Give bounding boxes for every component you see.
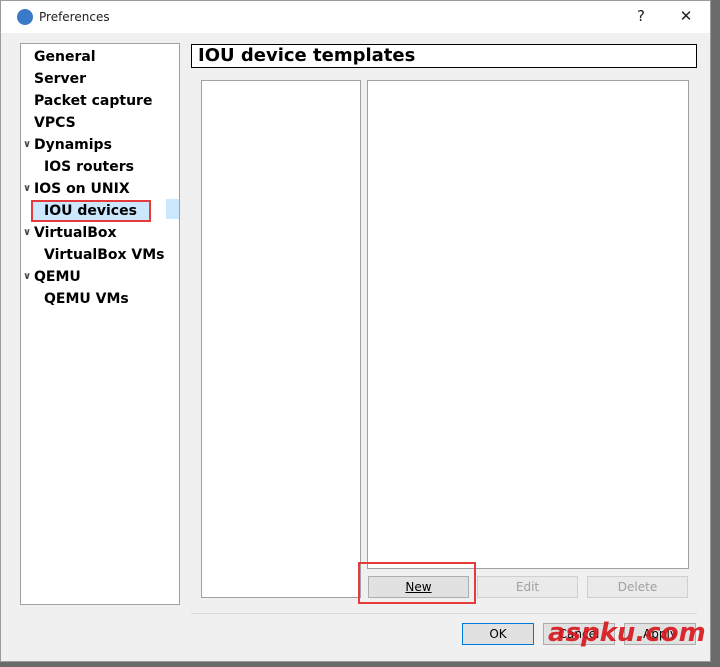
chevron-down-icon[interactable]: ∨: [23, 178, 31, 200]
chevron-down-icon[interactable]: ∨: [23, 266, 31, 288]
watermark-logo: aspku.com: [548, 618, 706, 648]
window-title: Preferences: [39, 10, 110, 24]
chevron-down-icon[interactable]: ∨: [23, 134, 31, 156]
tree-item[interactable]: IOU devices: [31, 200, 151, 222]
close-button[interactable]: ✕: [666, 3, 706, 29]
selection-highlight: [166, 199, 179, 219]
tree-item[interactable]: ∨ Dynamips: [21, 134, 179, 156]
template-details: [367, 80, 689, 569]
tree-item-label: IOU devices: [44, 203, 137, 219]
templates-list[interactable]: [201, 80, 361, 598]
tree-item-label: QEMU: [34, 269, 81, 285]
tree-item[interactable]: IOS routers: [21, 156, 179, 178]
edit-button[interactable]: Edit: [477, 576, 578, 598]
delete-button[interactable]: Delete: [587, 576, 688, 598]
tree-item[interactable]: Packet capture: [21, 90, 179, 112]
tree-item-label: IOS on UNIX: [34, 181, 130, 197]
tree-item[interactable]: VPCS: [21, 112, 179, 134]
tree-item-label: IOS routers: [44, 159, 134, 175]
ok-button[interactable]: OK: [462, 623, 534, 645]
tree-item-label: General: [34, 49, 96, 65]
tree-item[interactable]: ∨ VirtualBox: [21, 222, 179, 244]
title-bar: Preferences ? ✕: [1, 1, 710, 33]
new-button-annotation: [358, 562, 476, 604]
chevron-down-icon[interactable]: ∨: [23, 222, 31, 244]
tree-item[interactable]: Server: [21, 68, 179, 90]
tree-item[interactable]: VirtualBox VMs: [21, 244, 179, 266]
tree-item[interactable]: ∨ QEMU: [21, 266, 179, 288]
tree-item-label: Server: [34, 71, 87, 87]
preferences-tree[interactable]: General Server Packet capture VPCS ∨ Dynamips…: [20, 43, 180, 605]
tree-item-label: Packet capture: [34, 93, 153, 109]
tree-item-label: VPCS: [34, 115, 76, 131]
tree-item[interactable]: QEMU VMs: [21, 288, 179, 310]
tree-item-label: VirtualBox: [34, 225, 117, 241]
tree-item-label: QEMU VMs: [44, 291, 129, 307]
page-title: IOU device templates: [191, 44, 697, 68]
tree-item-label: Dynamips: [34, 137, 112, 153]
tree-item[interactable]: ∨ IOS on UNIX: [21, 178, 179, 200]
app-icon: [17, 9, 33, 25]
preferences-dialog: Preferences ? ✕ General Server Packet capt…: [0, 0, 711, 662]
tree-item[interactable]: General: [21, 46, 179, 68]
tree-item-label: VirtualBox VMs: [44, 247, 165, 263]
help-button[interactable]: ?: [621, 3, 661, 29]
divider: [191, 613, 697, 614]
